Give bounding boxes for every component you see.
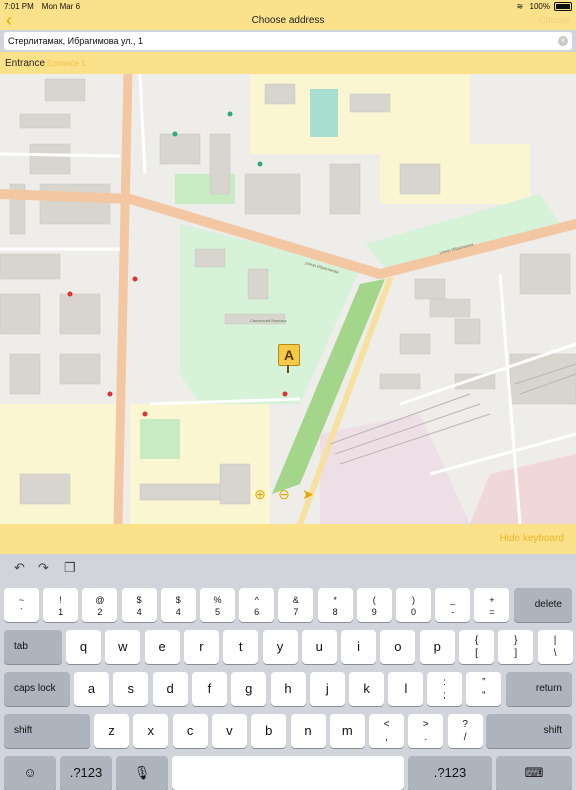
key-y[interactable]: y [262,630,298,664]
key-2[interactable]: @2 [82,588,118,622]
caps-lock-key[interactable]: caps lock [4,672,70,706]
shift-left-key[interactable]: shift [4,714,90,748]
paste-icon[interactable]: ❐ [64,560,76,576]
address-input-value: Стерлитамак, Ибрагимова ул., 1 [8,36,144,46]
place-label: Санаторий Березка [250,318,287,323]
entrance-label: Entrance [5,58,46,69]
wifi-icon: ≋ [516,2,524,11]
key-8[interactable]: * 8 [317,588,353,622]
numbers-left-key[interactable]: .?123 [60,756,112,790]
key-g[interactable]: g [231,672,267,706]
key-s[interactable]: s [113,672,149,706]
keyboard-icon[interactable]: ⌨ [496,756,572,790]
numbers-right-key[interactable]: .?123 [408,756,492,790]
redo-icon[interactable]: ↷ [38,560,49,576]
key-;[interactable]: :; [427,672,462,706]
tab-key[interactable]: tab [4,630,62,664]
key-p[interactable]: p [419,630,455,664]
key-.[interactable]: >. [408,714,444,748]
key-4[interactable]: $4 [160,588,196,622]
return-key[interactable]: return [506,672,572,706]
address-marker[interactable]: A [278,344,300,373]
key-j[interactable]: j [309,672,345,706]
key-[[interactable]: {[ [459,630,494,664]
keyboard-accessory-bar: Hide keyboard [0,524,576,554]
key-k[interactable]: k [349,672,385,706]
key-i[interactable]: i [341,630,377,664]
address-input[interactable]: Стерлитамак, Ибрагимова ул., 1 × [4,32,572,50]
key-o[interactable]: o [380,630,416,664]
delete-key[interactable]: delete [514,588,572,622]
key-t[interactable]: t [223,630,259,664]
choose-button[interactable]: Choose [539,15,570,25]
key-v[interactable]: v [211,714,247,748]
hide-keyboard-button[interactable]: Hide keyboard [500,533,564,544]
key-`[interactable]: ~ ` [4,588,39,622]
key-9[interactable]: (9 [356,588,392,622]
key-w[interactable]: w [105,630,141,664]
key--[interactable]: _ - [435,588,471,622]
key-m[interactable]: m [329,714,365,748]
zoom-in-icon[interactable]: ⊕ [252,486,268,502]
page-title: Choose address [251,15,325,26]
key-=[interactable]: + = [474,588,510,622]
key-l[interactable]: l [388,672,424,706]
key-z[interactable]: z [94,714,129,748]
entrance-input[interactable]: Entrance 1 [47,59,86,68]
key-a[interactable]: a [74,672,109,706]
key-q[interactable]: q [66,630,101,664]
status-date: Mon Mar 6 [41,2,81,11]
key-1[interactable]: ! 1 [43,588,79,622]
key-][interactable]: }] [498,630,534,664]
key-7[interactable]: & 7 [278,588,314,622]
key-c[interactable]: c [172,714,208,748]
keyboard: ~ `! 1 @2 $4 $4% 5 ^ 6 & 7 * 8(9) 0 _ - + = delete tab q w e r t… [0,584,576,790]
battery-percent: 100% [529,2,550,11]
key-r[interactable]: r [183,630,219,664]
entrance-bar: Entrance Entrance 1 [0,52,576,74]
navigation-bar: ‹ Choose address Choose [0,11,576,30]
key-4[interactable]: $4 [121,588,157,622]
map-view[interactable]: улица Ибрагимова улица Ибрагимова Санато… [0,74,576,524]
clear-icon[interactable]: × [558,36,568,46]
key-h[interactable]: h [270,672,306,706]
shift-right-key[interactable]: shift [486,714,572,748]
key-b[interactable]: b [251,714,287,748]
mic-icon[interactable]: 🎙 [116,756,168,790]
map-graphic: улица Ибрагимова улица Ибрагимова Санато… [0,74,576,524]
status-bar: 7:01 PM Mon Mar 6 ≋ 100% [0,0,576,12]
emoji-icon[interactable]: ☺ [4,756,56,790]
key-f[interactable]: f [191,672,227,706]
key-0[interactable]: ) 0 [396,588,431,622]
space-bar[interactable] [172,756,404,790]
keyboard-shortcut-bar: ↶ ↷ ❐ [0,554,576,584]
key-5[interactable]: % 5 [200,588,235,622]
location-arrow-icon[interactable]: ➤ [300,486,316,502]
key-6[interactable]: ^ 6 [239,588,275,622]
key-n[interactable]: n [290,714,326,748]
key-u[interactable]: u [301,630,337,664]
map-controls: ⊕ ⊖ ➤ [252,486,316,502]
battery-icon [554,2,572,11]
key-e[interactable]: e [144,630,180,664]
key-\[interactable]: | \ [537,630,573,664]
zoom-out-icon[interactable]: ⊖ [276,486,292,502]
key-/[interactable]: ? / [447,714,483,748]
key-,[interactable]: <, [369,714,404,748]
key-“[interactable]: ” “ [466,672,502,706]
key-x[interactable]: x [133,714,169,748]
key-d[interactable]: d [152,672,188,706]
undo-icon[interactable]: ↶ [14,560,25,576]
